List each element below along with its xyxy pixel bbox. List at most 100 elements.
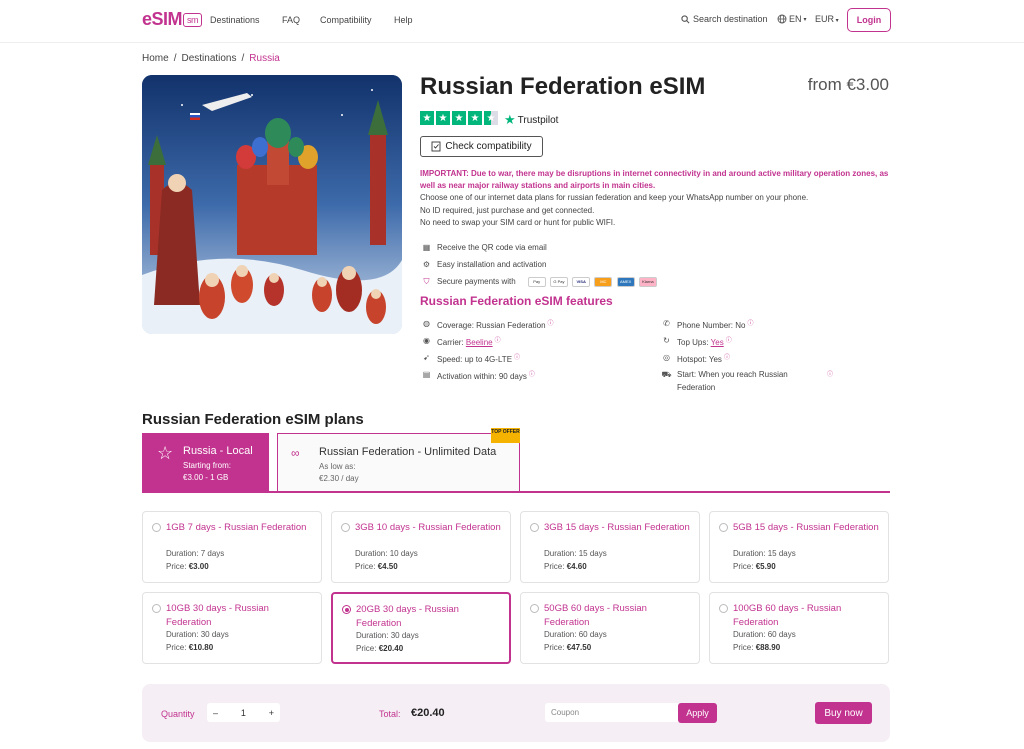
benefit-label: Secure payments with: [437, 277, 516, 286]
description-line: No need to swap your SIM card or hunt fo…: [420, 218, 616, 227]
price-value: €47.50: [566, 643, 592, 652]
price-label: Price:: [356, 644, 377, 653]
feature-label: Carrier:: [437, 338, 464, 347]
plan-card[interactable]: 10GB 30 days - Russian Federation Duratio…: [142, 592, 322, 664]
refresh-icon: ↻: [663, 336, 670, 345]
plan-card[interactable]: 1GB 7 days - Russian Federation Duration:…: [142, 511, 322, 583]
globe-icon: [777, 14, 787, 24]
info-icon[interactable]: ⓘ: [748, 321, 754, 327]
decrement-button[interactable]: –: [213, 708, 218, 718]
check-compatibility-button[interactable]: Check compatibility: [420, 136, 543, 157]
price-value: €5.90: [755, 562, 776, 571]
plan-card[interactable]: 20GB 30 days - Russian Federation Duratio…: [331, 592, 511, 664]
tab-russia-local[interactable]: ☆ Russia - Local Starting from: €3.00 - …: [142, 433, 269, 492]
google-pay-icon: G Pay: [549, 277, 568, 287]
logo[interactable]: eSIM sm: [142, 9, 203, 31]
total-label: Total:: [379, 709, 401, 719]
plan-duration: Duration: 7 days: [166, 549, 224, 558]
breadcrumb: Home / Destinations / Russia: [142, 53, 280, 64]
plan-radio[interactable]: [342, 605, 351, 614]
feature-value: Russian Federation: [476, 321, 546, 330]
breadcrumb-destinations[interactable]: Destinations: [181, 53, 236, 64]
check-compatibility-label: Check compatibility: [445, 141, 532, 152]
duration-value: 60 days: [578, 630, 607, 639]
quantity-stepper: – 1 +: [207, 703, 280, 722]
plan-name: 3GB 15 days - Russian Federation: [544, 522, 690, 533]
info-icon[interactable]: ⓘ: [514, 355, 520, 361]
plan-duration: Duration: 60 days: [544, 630, 607, 639]
nav-help[interactable]: Help: [394, 15, 413, 25]
chevron-down-icon: ▾: [803, 16, 807, 23]
topups-link[interactable]: Yes: [711, 338, 724, 347]
plan-radio[interactable]: [152, 604, 161, 613]
plan-name: 5GB 15 days - Russian Federation: [733, 522, 879, 533]
plan-card[interactable]: 5GB 15 days - Russian Federation Duration…: [709, 511, 889, 583]
price-value: €3.00: [188, 562, 209, 571]
features-title: Russian Federation eSIM features: [420, 294, 613, 308]
login-button[interactable]: Login: [847, 8, 891, 32]
checklist-icon: [431, 141, 441, 152]
star-icon: ★: [468, 111, 482, 125]
destination-image: [142, 75, 402, 334]
nav-compatibility[interactable]: Compatibility: [320, 15, 372, 25]
carrier-link[interactable]: Beeline: [466, 338, 493, 347]
plan-duration: Duration: 30 days: [166, 630, 229, 639]
plan-price: Price: €4.60: [544, 562, 587, 571]
plan-card[interactable]: 3GB 10 days - Russian Federation Duration…: [331, 511, 511, 583]
language-selector[interactable]: EN ▾: [777, 14, 807, 24]
duration-value: 7 days: [200, 549, 225, 558]
plan-duration: Duration: 60 days: [733, 630, 796, 639]
price-label: Price:: [166, 562, 187, 571]
quantity-value[interactable]: 1: [241, 708, 246, 718]
info-icon[interactable]: ⓘ: [726, 338, 732, 344]
antenna-icon: ◉: [423, 336, 430, 345]
info-icon[interactable]: ⓘ: [529, 372, 535, 378]
plan-radio[interactable]: [719, 523, 728, 532]
price-label: Price:: [355, 562, 376, 571]
duration-label: Duration:: [733, 549, 766, 558]
tab-subtitle: As low as: €2.30 / day: [319, 461, 359, 485]
plan-radio[interactable]: [341, 523, 350, 532]
plan-duration: Duration: 10 days: [355, 549, 418, 558]
calendar-icon: ▤: [422, 370, 431, 379]
amex-icon: AMEX: [616, 277, 635, 287]
plans-title: Russian Federation eSIM plans: [142, 411, 364, 428]
nav-faq[interactable]: FAQ: [282, 15, 300, 25]
description-line: No ID required, just purchase and get co…: [420, 205, 595, 215]
info-icon[interactable]: ⓘ: [827, 369, 833, 378]
trustpilot-star-icon: ★: [504, 112, 516, 127]
plan-radio[interactable]: [530, 523, 539, 532]
info-icon[interactable]: ⓘ: [548, 321, 554, 327]
feature-activation: ▤ Activation within: 90 days ⓘ: [422, 369, 535, 381]
plan-price: Price: €3.00: [166, 562, 209, 571]
plan-card[interactable]: 50GB 60 days - Russian Federation Duratio…: [520, 592, 700, 664]
tab-unlimited-data[interactable]: ∞ Russian Federation - Unlimited Data As…: [277, 433, 520, 492]
info-icon[interactable]: ⓘ: [724, 355, 730, 361]
info-icon[interactable]: ⓘ: [495, 338, 501, 344]
duration-label: Duration:: [166, 549, 199, 558]
price-value: €20.40: [378, 644, 404, 653]
plan-radio[interactable]: [719, 604, 728, 613]
plan-price: Price: €4.50: [355, 562, 398, 571]
duration-value: 30 days: [200, 630, 229, 639]
coupon-input[interactable]: [545, 703, 680, 722]
buy-now-button[interactable]: Buy now: [815, 702, 872, 724]
trustpilot-logo[interactable]: ★ Trustpilot: [504, 112, 558, 128]
plan-radio[interactable]: [152, 523, 161, 532]
apple-pay-icon: Pay: [527, 277, 546, 287]
currency-selector[interactable]: EUR ▾: [815, 14, 839, 24]
duration-label: Duration:: [544, 549, 577, 558]
increment-button[interactable]: +: [269, 708, 274, 718]
trustpilot-label: Trustpilot: [517, 114, 559, 126]
rocket-icon: ➹: [423, 353, 430, 362]
site-header: eSIM sm Destinations FAQ Compatibility He…: [0, 0, 1024, 43]
apply-coupon-button[interactable]: Apply: [678, 703, 717, 723]
search-destination[interactable]: Search destination: [681, 14, 768, 24]
breadcrumb-home[interactable]: Home: [142, 53, 169, 64]
plan-card[interactable]: 100GB 60 days - Russian Federation Durati…: [709, 592, 889, 664]
plan-radio[interactable]: [530, 604, 539, 613]
feature-coverage: ◍ Coverage: Russian Federation ⓘ: [422, 318, 554, 330]
nav-destinations[interactable]: Destinations: [210, 15, 260, 25]
plan-card[interactable]: 3GB 15 days - Russian Federation Duration…: [520, 511, 700, 583]
klarna-icon: Klarna: [638, 277, 657, 287]
